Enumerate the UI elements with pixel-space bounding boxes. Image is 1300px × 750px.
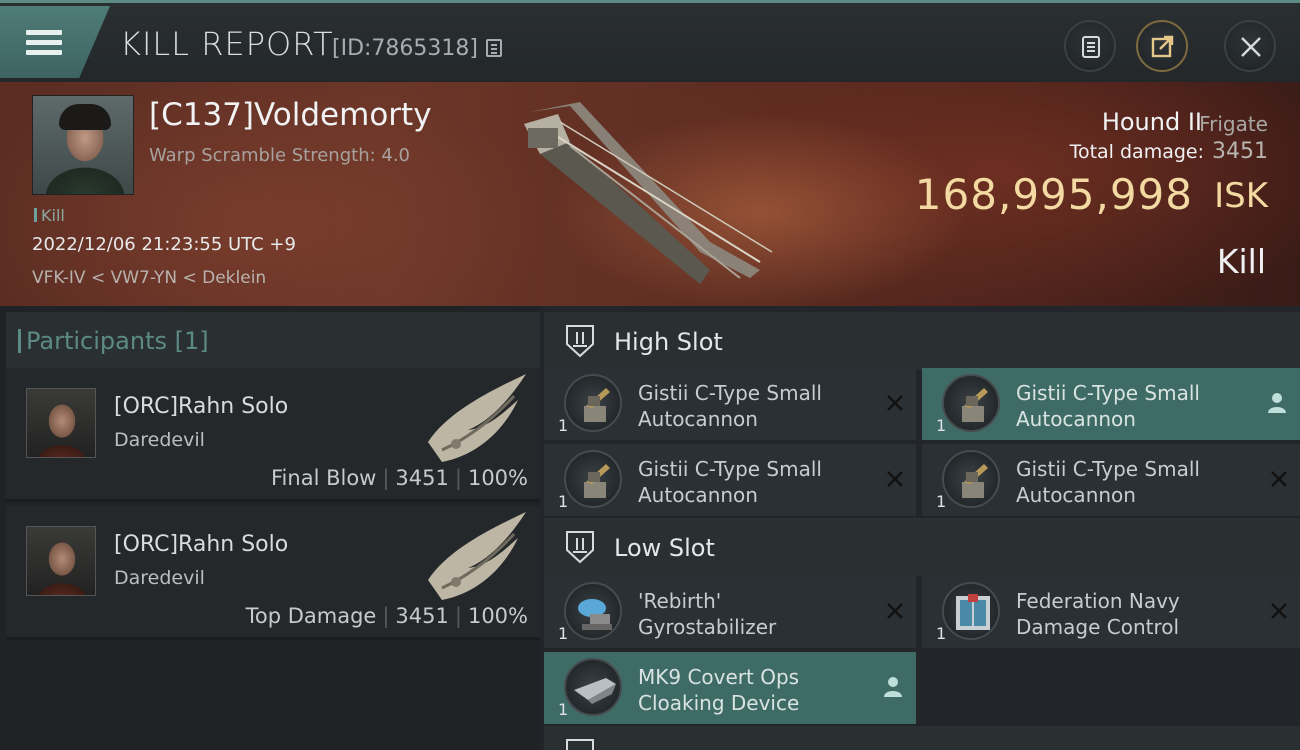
participant-avatar[interactable] bbox=[26, 526, 96, 596]
participant-stats: Final Blow | 3451 | 100% bbox=[271, 466, 528, 490]
participants-title: Participants [1] bbox=[18, 327, 209, 355]
participant-stats: Top Damage | 3451 | 100% bbox=[245, 604, 528, 628]
high-slot-header: High Slot bbox=[544, 312, 1300, 370]
mid-slot-icon bbox=[566, 739, 594, 750]
participant-ship-image bbox=[428, 374, 526, 462]
module-name: Gistii C-Type Small Autocannon bbox=[638, 457, 822, 507]
autocannon-icon bbox=[564, 374, 622, 432]
person-icon[interactable] bbox=[882, 675, 904, 699]
share-button[interactable] bbox=[1136, 20, 1188, 72]
module-name: 'Rebirth' Gyrostabilizer bbox=[638, 589, 777, 639]
module-quantity: 1 bbox=[558, 416, 569, 435]
participants-header: Participants [1] bbox=[6, 312, 540, 370]
module-name: Gistii C-Type Small Autocannon bbox=[1016, 457, 1200, 507]
remove-icon[interactable] bbox=[884, 392, 906, 414]
module-item[interactable]: 1 Gistii C-Type Small Autocannon bbox=[922, 444, 1300, 516]
hamburger-icon bbox=[26, 30, 62, 56]
module-quantity: 1 bbox=[558, 624, 569, 643]
module-item[interactable]: 1 Gistii C-Type Small Autocannon bbox=[544, 444, 916, 516]
remove-icon[interactable] bbox=[1268, 600, 1290, 622]
participant-stat-label: Top Damage bbox=[245, 604, 377, 628]
participant-ship: Daredevil bbox=[114, 567, 205, 589]
cloaking-device-icon bbox=[564, 658, 622, 716]
kill-result: Kill bbox=[1216, 242, 1266, 281]
gyrostabilizer-icon bbox=[564, 582, 622, 640]
isk-unit: ISK bbox=[1214, 176, 1268, 216]
module-name: Federation Navy Damage Control bbox=[1016, 589, 1180, 639]
participant-name: [ORC]Rahn Solo bbox=[114, 394, 289, 419]
module-name: Gistii C-Type Small Autocannon bbox=[638, 381, 822, 431]
report-id: [ID:7865318] bbox=[332, 36, 478, 61]
person-icon[interactable] bbox=[1266, 391, 1288, 415]
event-tag: Kill bbox=[34, 206, 65, 225]
module-item[interactable]: 1 Federation Navy Damage Control bbox=[922, 576, 1300, 648]
total-damage-label: Total damage: bbox=[1069, 141, 1204, 163]
participant-name: [ORC]Rahn Solo bbox=[114, 532, 289, 557]
high-slot-title: High Slot bbox=[614, 328, 723, 356]
total-damage-value: 3451 bbox=[1212, 139, 1268, 164]
participant-avatar[interactable] bbox=[26, 388, 96, 458]
module-quantity: 1 bbox=[936, 416, 947, 435]
autocannon-icon bbox=[942, 374, 1000, 432]
autocannon-icon bbox=[564, 450, 622, 508]
module-name: MK9 Covert Ops Cloaking Device bbox=[638, 665, 800, 715]
victim-banner: [C137]Voldemorty Warp Scramble Strength:… bbox=[0, 82, 1300, 306]
module-item[interactable]: 1 Gistii C-Type Small Autocannon bbox=[922, 368, 1300, 440]
close-icon bbox=[1241, 37, 1261, 57]
module-quantity: 1 bbox=[558, 700, 569, 719]
participant-percent: 100% bbox=[467, 466, 528, 490]
participants-panel: Participants [1] [ORC]Rahn Solo Daredevi… bbox=[0, 306, 540, 750]
module-quantity: 1 bbox=[558, 492, 569, 511]
ship-class: Frigate bbox=[1199, 112, 1268, 136]
kill-location[interactable]: VFK-IV < VW7-YN < Deklein bbox=[32, 268, 266, 288]
module-item[interactable]: 1 MK9 Covert Ops Cloaking Device bbox=[544, 652, 916, 724]
participant-damage: 3451 bbox=[395, 466, 449, 490]
victim-name[interactable]: [C137]Voldemorty bbox=[149, 97, 432, 133]
share-icon bbox=[1151, 35, 1174, 58]
module-quantity: 1 bbox=[936, 492, 947, 511]
damage-control-icon bbox=[942, 582, 1000, 640]
close-button[interactable] bbox=[1224, 20, 1276, 72]
title-bar: KILL REPORT [ID:7865318] bbox=[0, 0, 1300, 82]
victim-ship-image[interactable] bbox=[510, 102, 780, 292]
ship-name[interactable]: Hound II bbox=[1102, 108, 1202, 136]
participant-ship-image bbox=[428, 512, 526, 600]
low-slot-title: Low Slot bbox=[614, 534, 715, 562]
isk-value: 168,995,998 bbox=[914, 170, 1193, 219]
high-slot-icon bbox=[566, 325, 594, 358]
kill-datetime: 2022/12/06 21:23:55 UTC +9 bbox=[32, 234, 296, 255]
remove-icon[interactable] bbox=[884, 468, 906, 490]
low-slot-header: Low Slot bbox=[544, 518, 1300, 576]
victim-avatar[interactable] bbox=[32, 95, 134, 195]
participant-damage: 3451 bbox=[395, 604, 449, 628]
remove-icon[interactable] bbox=[884, 600, 906, 622]
mid-slot-header bbox=[544, 726, 1300, 750]
module-item[interactable]: 1 'Rebirth' Gyrostabilizer bbox=[544, 576, 916, 648]
menu-button[interactable] bbox=[0, 6, 110, 78]
victim-subtitle: Warp Scramble Strength: 4.0 bbox=[149, 145, 411, 166]
participant-ship: Daredevil bbox=[114, 429, 205, 451]
low-slot-icon bbox=[566, 531, 594, 564]
participant-row[interactable]: [ORC]Rahn Solo Daredevil Final Blow | 3451… bbox=[6, 368, 540, 502]
clipboard-icon bbox=[1082, 36, 1100, 58]
copy-icon[interactable] bbox=[486, 39, 502, 57]
participant-stat-label: Final Blow bbox=[271, 466, 377, 490]
page-title: KILL REPORT bbox=[120, 25, 334, 63]
autocannon-icon bbox=[942, 450, 1000, 508]
participant-percent: 100% bbox=[467, 604, 528, 628]
participant-row[interactable]: [ORC]Rahn Solo Daredevil Top Damage | 3451… bbox=[6, 506, 540, 640]
clipboard-button[interactable] bbox=[1064, 20, 1116, 72]
fitting-panel: High Slot 1 Gistii C-Type Small Autocann… bbox=[540, 306, 1300, 750]
module-item[interactable]: 1 Gistii C-Type Small Autocannon bbox=[544, 368, 916, 440]
module-quantity: 1 bbox=[936, 624, 947, 643]
module-name: Gistii C-Type Small Autocannon bbox=[1016, 381, 1200, 431]
remove-icon[interactable] bbox=[1268, 468, 1290, 490]
